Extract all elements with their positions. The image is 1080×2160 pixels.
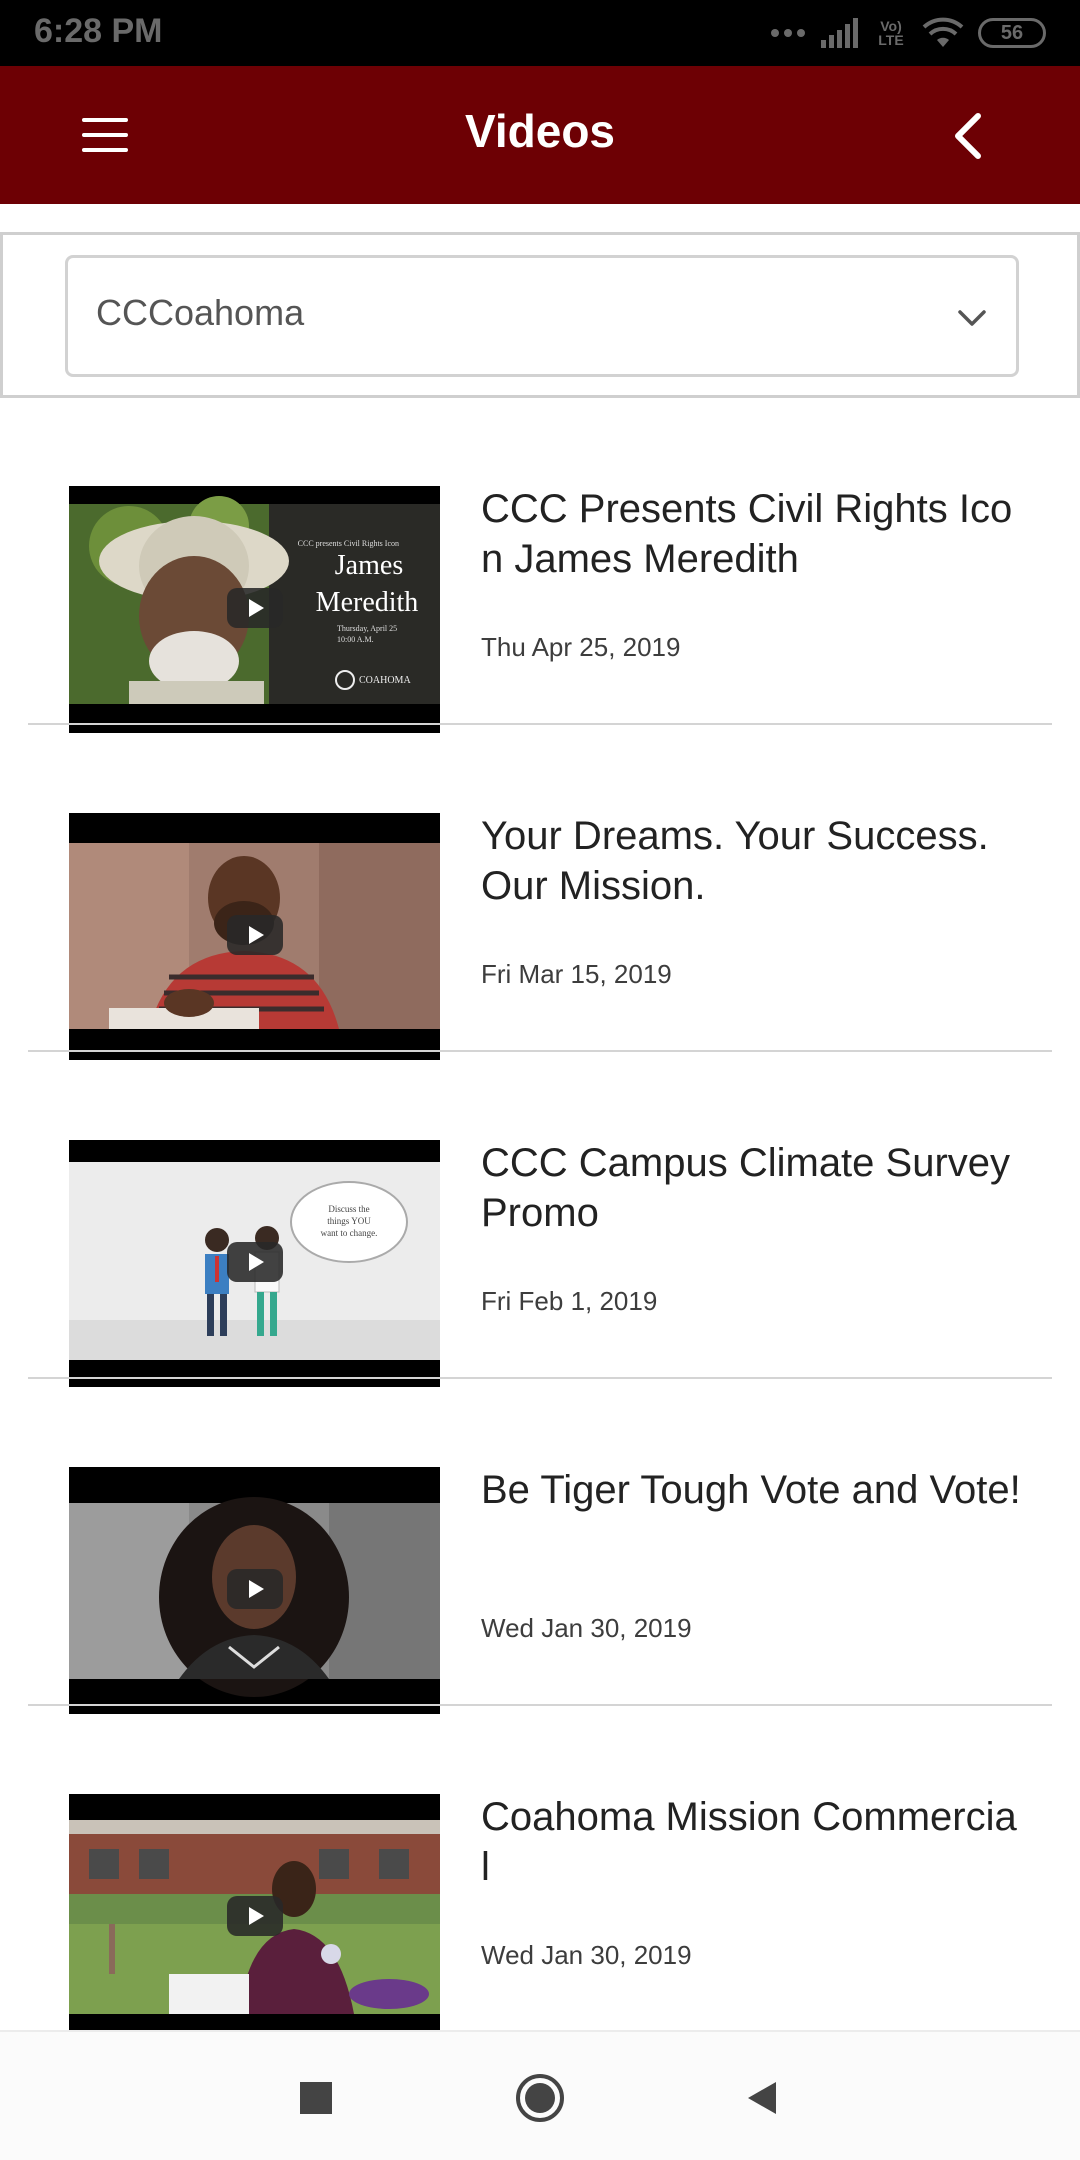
video-date: Wed Jan 30, 2019	[481, 1940, 692, 1970]
play-icon[interactable]	[227, 588, 283, 628]
video-date: Fri Mar 15, 2019	[481, 959, 672, 989]
video-title[interactable]: Your Dreams. Your Success. Our Mission.	[481, 811, 1021, 911]
back-triangle-icon	[748, 2082, 776, 2114]
video-title[interactable]: CCC Campus Climate Survey Promo	[481, 1138, 1021, 1238]
thumbnail-caption: CCC presents Civil Rights Icon	[298, 539, 399, 548]
thumbnail-logo-text: COAHOMA	[359, 675, 411, 686]
video-date: Fri Feb 1, 2019	[481, 1286, 658, 1316]
animated-figures-thumbnail[interactable]: Discuss the things YOU want to change.	[69, 1140, 440, 1387]
video-title[interactable]: Be Tiger Tough Vote and Vote!	[481, 1465, 1021, 1515]
status-bar: 6:28 PM Vo) LTE 56	[0, 0, 1080, 66]
student-portrait-thumbnail[interactable]	[69, 1467, 440, 1714]
filter-panel: CCCoahoma	[0, 232, 1080, 398]
channel-dropdown[interactable]: CCCoahoma	[65, 255, 1019, 377]
chevron-down-icon	[958, 310, 986, 326]
speech-bubble-text: things YOU	[327, 1216, 371, 1226]
thumbnail-heading: Meredith	[316, 587, 419, 618]
speech-bubble-text: Discuss the	[328, 1204, 369, 1214]
signal-icon	[821, 18, 858, 48]
recents-button[interactable]	[286, 2068, 346, 2128]
video-title[interactable]: CCC Presents Civil Rights Icon James Mer…	[481, 484, 1021, 584]
thumbnail-heading: James	[335, 550, 403, 581]
play-icon[interactable]	[227, 1242, 283, 1282]
wifi-icon	[922, 17, 964, 47]
video-list-item[interactable]: Be Tiger Tough Vote and Vote! Wed Jan 30…	[0, 1379, 1080, 1714]
home-circle-icon	[516, 2074, 564, 2122]
dropdown-selected-value: CCCoahoma	[96, 292, 305, 333]
video-date: Wed Jan 30, 2019	[481, 1613, 692, 1643]
speech-bubble-text: want to change.	[321, 1228, 378, 1238]
battery-indicator: 56	[978, 18, 1046, 48]
home-button[interactable]	[510, 2068, 570, 2128]
play-icon[interactable]	[227, 1569, 283, 1609]
video-list-item[interactable]: Discuss the things YOU want to change. C…	[0, 1052, 1080, 1387]
status-icons: Vo) LTE 56	[770, 14, 1046, 52]
volte-label: Vo) LTE	[878, 18, 904, 48]
video-date: Thu Apr 25, 2019	[481, 632, 681, 662]
chevron-left-icon	[955, 113, 981, 159]
play-icon[interactable]	[227, 915, 283, 955]
app-bar: Videos	[0, 66, 1080, 204]
back-button[interactable]	[940, 106, 1000, 166]
videos-screen: 6:28 PM Vo) LTE 56 Videos CCCoahoma CCC …	[0, 0, 1080, 2160]
thumbnail-caption: 10:00 A.M.	[337, 635, 374, 644]
video-list-item[interactable]: Coahoma Mission Commercial Wed Jan 30, 2…	[0, 1706, 1080, 2030]
video-list: CCC presents Civil Rights Icon James Mer…	[0, 398, 1080, 2030]
recents-square-icon	[300, 2082, 332, 2114]
more-dots-icon	[771, 29, 805, 37]
page-title: Videos	[465, 105, 615, 157]
nav-back-button[interactable]	[732, 2068, 792, 2128]
video-title[interactable]: Coahoma Mission Commercial	[481, 1792, 1021, 1892]
james-meredith-thumbnail[interactable]: CCC presents Civil Rights Icon James Mer…	[69, 486, 440, 733]
thumbnail-caption: Thursday, April 25	[337, 624, 397, 633]
video-list-item[interactable]: Your Dreams. Your Success. Our Mission. …	[0, 725, 1080, 1060]
campus-student-thumbnail[interactable]	[69, 1794, 440, 2030]
video-list-item[interactable]: CCC presents Civil Rights Icon James Mer…	[0, 398, 1080, 733]
system-nav-bar	[0, 2030, 1080, 2160]
student-writing-thumbnail[interactable]	[69, 813, 440, 1060]
play-icon[interactable]	[227, 1896, 283, 1936]
status-time: 6:28 PM	[34, 12, 163, 50]
